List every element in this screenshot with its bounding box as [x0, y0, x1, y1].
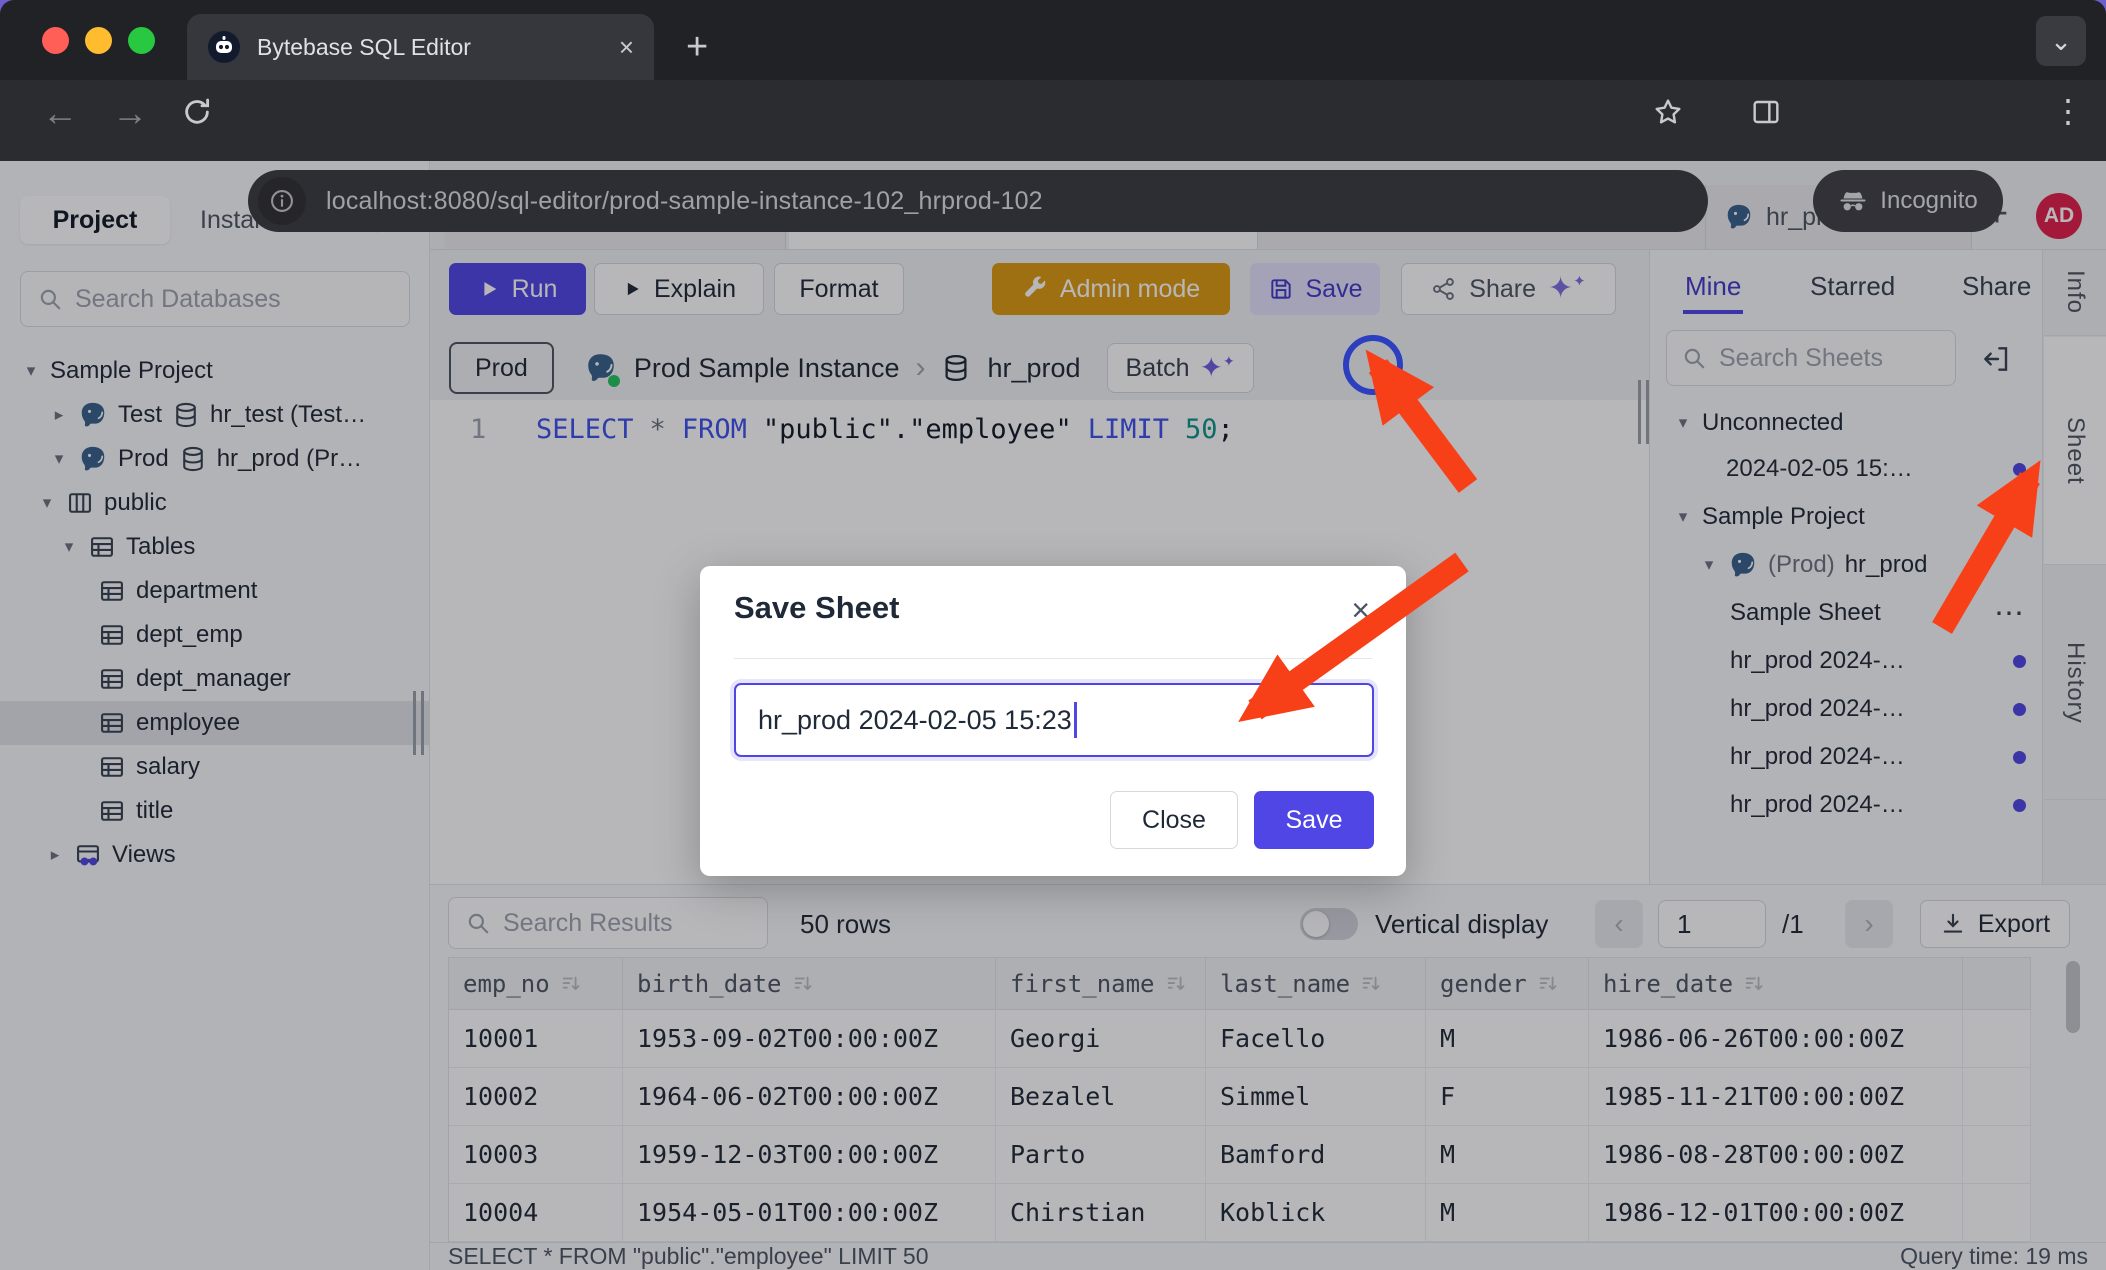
- browser-tab-title: Bytebase SQL Editor: [257, 34, 603, 61]
- bytebase-favicon: [207, 30, 241, 64]
- window-close-button[interactable]: [42, 27, 69, 54]
- forward-icon[interactable]: →: [112, 92, 148, 134]
- browser-toolbar: ← → localhost:8080/sql-editor/prod-sampl…: [0, 80, 2106, 161]
- window-minimize-button[interactable]: [85, 27, 112, 54]
- browser-tab-close-icon[interactable]: ×: [619, 32, 634, 63]
- screen: Bytebase SQL Editor × + ⌄ ← → localhost:…: [0, 0, 2106, 1270]
- tab-search-chevron-icon[interactable]: ⌄: [2036, 16, 2086, 66]
- sheet-name-value: hr_prod 2024-02-05 15:23: [758, 705, 1072, 736]
- modal-close-label: Close: [1142, 806, 1206, 835]
- text-caret: [1074, 702, 1077, 738]
- browser-chrome: Bytebase SQL Editor × + ⌄ ← → localhost:…: [0, 0, 2106, 161]
- sheet-name-input[interactable]: hr_prod 2024-02-05 15:23: [734, 683, 1374, 757]
- window-zoom-button[interactable]: [128, 27, 155, 54]
- modal-divider: [734, 658, 1372, 659]
- modal-close-button[interactable]: Close: [1110, 791, 1238, 849]
- bookmark-star-icon[interactable]: [1652, 96, 1684, 128]
- browser-menu-kebab-icon[interactable]: ⋮: [2052, 92, 2084, 130]
- modal-title: Save Sheet: [734, 590, 899, 626]
- side-panel-icon[interactable]: [1750, 96, 1782, 128]
- close-icon[interactable]: ×: [1351, 592, 1370, 629]
- save-sheet-modal: Save Sheet × hr_prod 2024-02-05 15:23 Cl…: [700, 566, 1406, 876]
- browser-tab[interactable]: Bytebase SQL Editor ×: [187, 14, 654, 80]
- browser-new-tab-icon[interactable]: +: [686, 28, 708, 66]
- modal-save-button[interactable]: Save: [1254, 791, 1374, 849]
- back-icon[interactable]: ←: [42, 92, 78, 134]
- reload-icon[interactable]: [180, 95, 214, 129]
- modal-save-label: Save: [1286, 806, 1343, 835]
